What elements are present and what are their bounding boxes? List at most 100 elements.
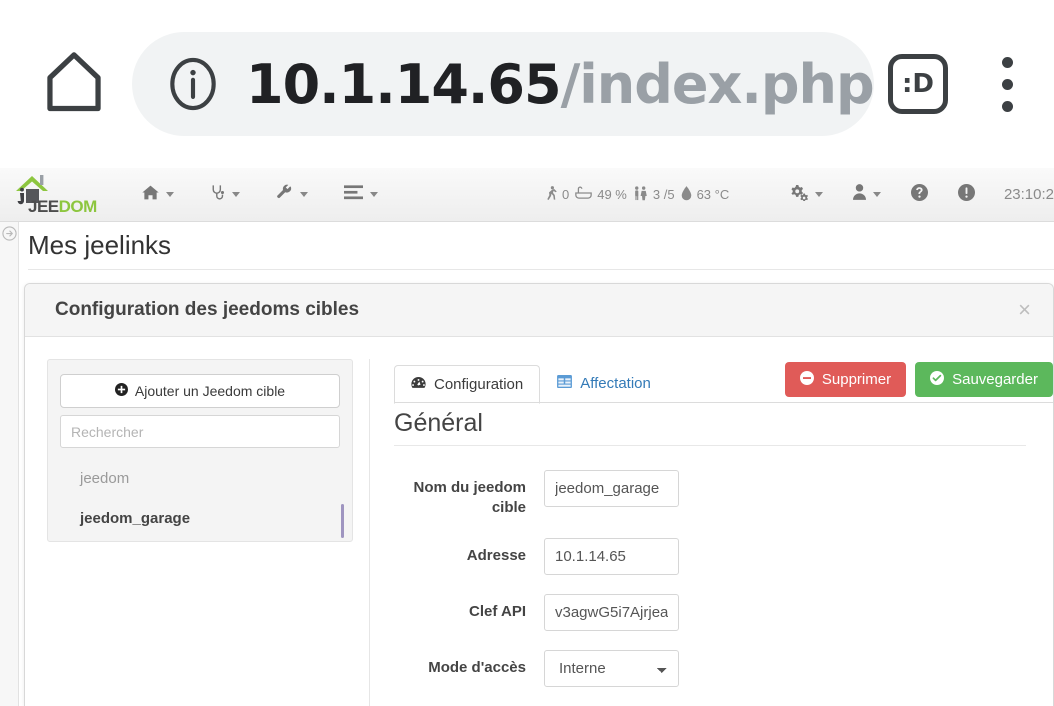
target-detail-panel: Configuration Affectation Supprimer Sauv… <box>369 359 1053 706</box>
walking-icon <box>546 185 557 204</box>
input-nom-du-jeedom-cible[interactable] <box>544 470 679 507</box>
list-item-label: jeedom_garage <box>80 509 191 527</box>
jeedom-logo[interactable]: JEEDOM <box>10 168 106 222</box>
home-icon <box>142 185 159 205</box>
tab-affectation-label: Affectation <box>580 375 651 392</box>
form-row-adresse: Adresse <box>394 537 1053 575</box>
table-icon <box>557 375 573 392</box>
modal-header: Configuration des jeedoms cibles × <box>25 284 1053 337</box>
chevron-down-icon <box>232 192 240 197</box>
input-adresse[interactable] <box>544 537 679 575</box>
input-clef-api[interactable] <box>544 593 679 631</box>
people-icon <box>633 185 648 204</box>
label-mode-acces: Mode d'accès <box>428 658 526 676</box>
gears-icon <box>789 184 808 206</box>
jeedom-logo-text: JEEDOM <box>28 197 97 217</box>
nav-item-settings[interactable] <box>774 168 838 222</box>
kebab-dot <box>1001 78 1013 90</box>
logo-text-dark: JEE <box>28 196 59 216</box>
nav-item-health[interactable] <box>192 168 258 222</box>
delete-button-label: Supprimer <box>821 371 892 388</box>
nav-item-profile[interactable] <box>838 168 896 222</box>
tab-configuration-label: Configuration <box>434 376 524 393</box>
chevron-down-icon <box>300 192 308 197</box>
general-form: Nom du jeedom cible Adresse Clef API Mod… <box>394 470 1053 687</box>
jeedom-targets-modal: Configuration des jeedoms cibles × Ajout… <box>24 283 1054 706</box>
status-people: 3 /5 <box>633 185 675 204</box>
section-title: Général <box>394 409 1026 446</box>
title-divider <box>28 269 1054 270</box>
chevron-down-icon <box>370 192 378 197</box>
save-button[interactable]: Sauvegarder <box>915 362 1053 397</box>
droplet-icon <box>681 185 692 204</box>
jeedom-navbar: JEEDOM 0 49 % 3 /5 63 °C 23:10:2 <box>0 168 1054 222</box>
kebab-dot <box>1001 100 1013 112</box>
info-circle-icon[interactable] <box>162 53 224 115</box>
chevron-down-icon <box>814 192 823 197</box>
kebab-menu-icon[interactable] <box>984 56 1030 112</box>
nav-item-plugins[interactable] <box>326 168 396 222</box>
tab-counter-button[interactable]: :D <box>888 54 948 114</box>
navbar-status-summary: 0 49 % 3 /5 63 °C <box>546 185 730 204</box>
collapsed-sidebar[interactable] <box>0 222 19 706</box>
nav-item-tools[interactable] <box>258 168 326 222</box>
list-item-jeedom[interactable]: jeedom <box>60 458 340 498</box>
form-row-mode-acces: Mode d'accès InterneExterne <box>394 649 1053 687</box>
status-humidity: 49 % <box>575 186 627 203</box>
list-item-jeedom-garage[interactable]: jeedom_garage <box>60 498 344 538</box>
label-adresse: Adresse <box>466 546 526 564</box>
address-bar[interactable]: 10.1.14.65/index.php <box>132 32 874 136</box>
url-path: /index.php <box>560 52 874 116</box>
tab-configuration[interactable]: Configuration <box>394 365 541 404</box>
url-host: 10.1.14.65 <box>246 52 562 116</box>
status-people-value: 3 /5 <box>652 187 675 202</box>
page-content: Mes jeelinks Configuration des jeedoms c… <box>0 222 1054 706</box>
user-icon <box>852 184 866 205</box>
home-icon <box>37 45 111 123</box>
list-icon <box>344 184 363 205</box>
check-circle-icon <box>930 370 945 389</box>
add-jeedom-target-button[interactable]: Ajouter un Jeedom cible <box>60 374 340 408</box>
kebab-dot <box>1001 56 1013 68</box>
tabs-underline <box>394 402 1053 403</box>
exclamation-circle-icon <box>957 183 975 206</box>
search-input[interactable] <box>60 415 340 448</box>
select-mode-acces[interactable]: InterneExterne <box>544 649 679 687</box>
chevron-down-icon <box>166 192 174 197</box>
add-jeedom-target-label: Ajouter un Jeedom cible <box>134 383 286 399</box>
detail-actions: Supprimer Sauvegarder <box>784 362 1053 403</box>
targets-list-panel: Ajouter un Jeedom cible jeedom jeedom_ga… <box>47 359 353 542</box>
browser-toolbar: 10.1.14.65/index.php :D <box>0 0 1054 168</box>
label-nom-du-jeedom-cible: Nom du jeedom cible <box>413 479 526 517</box>
navbar-right-menu: 23:10:2 <box>774 168 1054 222</box>
save-button-label: Sauvegarder <box>952 371 1038 388</box>
modal-title: Configuration des jeedoms cibles <box>55 299 360 320</box>
bathtub-icon <box>575 186 593 203</box>
tab-affectation[interactable]: Affectation <box>540 364 668 403</box>
delete-button[interactable]: Supprimer <box>784 362 907 397</box>
minus-circle-icon <box>799 370 814 389</box>
targets-list: jeedom jeedom_garage <box>60 458 344 538</box>
status-motion-value: 0 <box>562 187 570 202</box>
navbar-clock: 23:10:2 <box>1003 186 1054 203</box>
nav-item-home[interactable] <box>124 168 192 222</box>
list-item-label: jeedom <box>80 469 130 487</box>
form-row-clef-api: Clef API <box>394 593 1053 631</box>
page-title: Mes jeelinks <box>28 230 172 260</box>
home-button[interactable] <box>26 36 122 132</box>
logo-text-green: DOM <box>58 196 98 216</box>
nav-item-help[interactable] <box>896 168 943 222</box>
tachometer-icon <box>411 376 426 393</box>
nav-item-alerts[interactable] <box>943 168 990 222</box>
arrow-circle-right-icon[interactable] <box>2 226 17 245</box>
status-motion: 0 <box>546 185 570 204</box>
question-circle-icon <box>910 183 928 206</box>
stethoscope-icon <box>210 184 225 206</box>
label-clef-api: Clef API <box>469 602 526 620</box>
plus-circle-icon <box>114 383 128 399</box>
close-icon[interactable]: × <box>1018 299 1031 321</box>
status-temperature: 63 °C <box>681 185 730 204</box>
modal-body: Ajouter un Jeedom cible jeedom jeedom_ga… <box>25 337 1053 706</box>
status-temperature-value: 63 °C <box>696 187 730 202</box>
url-text: 10.1.14.65/index.php <box>246 53 874 116</box>
